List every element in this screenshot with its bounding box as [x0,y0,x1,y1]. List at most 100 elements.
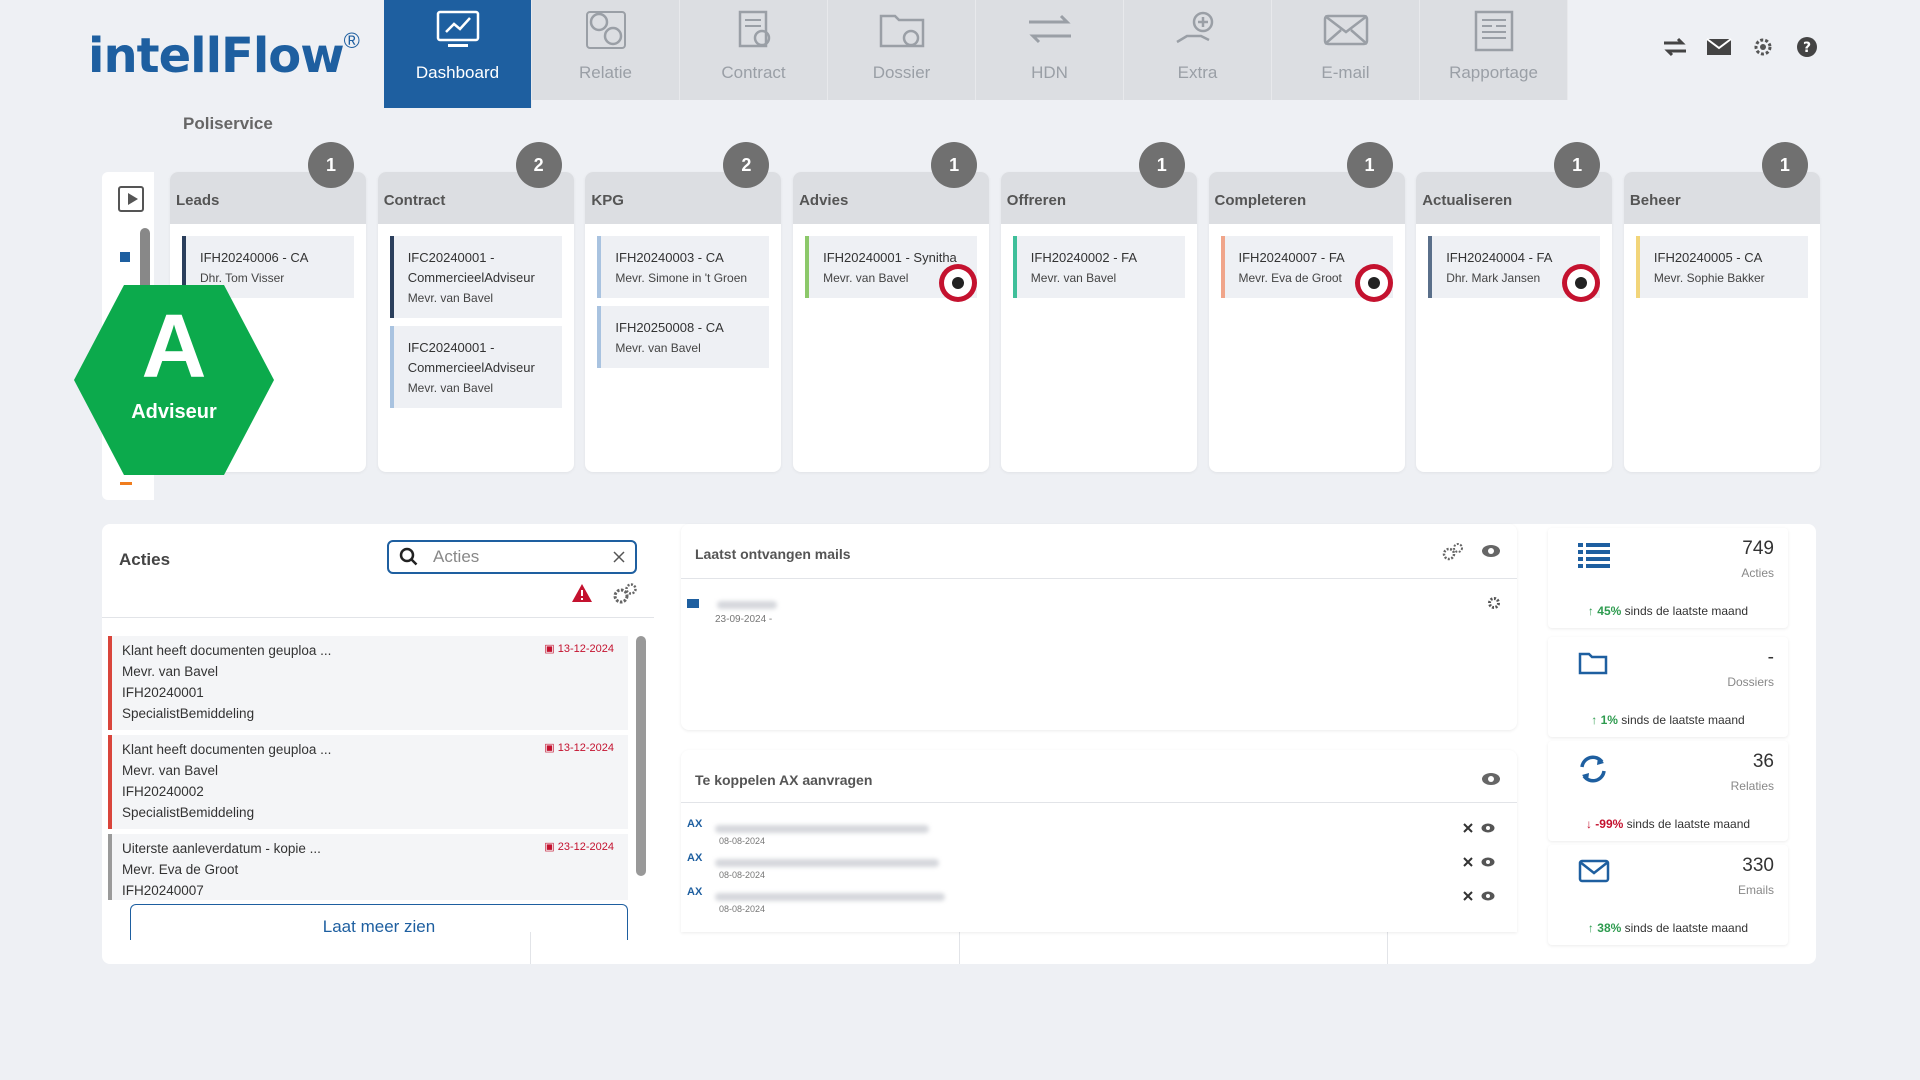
action-reference: IFH20240002 [122,784,204,799]
card-client: Mevr. van Bavel [1030,271,1117,285]
remove-icon[interactable] [1463,854,1473,872]
action-reference: IFH20240007 [122,883,204,898]
pipeline-card[interactable]: IFH20240001 - Synitha Mevr. van Bavel [805,236,978,302]
mail-icon[interactable] [1706,34,1732,60]
nav-tab-email[interactable]: E-mail [1272,0,1420,100]
pipeline-card[interactable]: IFH20240005 - CA Mevr. Sophie Bakker [1635,236,1808,298]
ax-view-icon[interactable] [1481,772,1501,791]
ax-label: AX [687,818,703,830]
remove-icon[interactable] [1463,888,1473,906]
stat-change-value: 38% [1597,921,1622,935]
ax-panel: Te koppelen AX aanvragen AX 08-08-2024 AX 0… [681,750,1517,932]
card-client: Mevr. van Bavel [407,381,494,395]
nav-tab-label: Relatie [579,63,632,82]
mails-title: Laatst ontvangen mails [695,546,851,562]
view-icon[interactable] [1481,854,1495,872]
switch-icon[interactable] [1662,34,1688,60]
target-icon[interactable] [1354,264,1393,302]
folder-icon [1578,651,1608,680]
settings-icon[interactable] [1750,34,1776,60]
acties-scrollbar[interactable] [636,636,646,876]
card-client: Mevr. Sophie Bakker [1653,271,1765,285]
nav-tab-contract[interactable]: Contract [680,0,828,100]
role-label: Adviseur [131,401,217,423]
target-icon[interactable] [939,264,978,302]
pipeline-count-badge: 1 [931,142,978,188]
card-reference-type: CommercieelAdviseur [407,270,535,285]
arrow-up-icon: ↑ [1587,921,1598,935]
stat-change: ↑ 45% sinds de laatste maand [1548,604,1788,618]
ax-date: 08-08-2024 [719,870,766,880]
action-type: SpecialistBemiddeling [122,706,255,721]
stat-card-acties[interactable]: 749 Acties ↑ 45% sinds de laatste maand [1548,528,1788,628]
calendar-icon: ▣ [544,841,558,853]
pipeline-card[interactable]: IFH20250008 - CA Mevr. van Bavel [597,306,770,368]
gears-icon[interactable] [612,582,638,611]
view-icon[interactable] [1481,888,1495,906]
clear-icon[interactable] [613,551,625,563]
stat-label: Acties [1741,566,1774,580]
pipeline-card[interactable]: IFH20240003 - CA Mevr. Simone in 't Groen [597,236,770,298]
show-more-button[interactable]: Laat meer zien [130,904,628,940]
relatie-icon [583,0,629,63]
action-item[interactable]: Klant heeft documenten geuploa ... Mevr. … [108,636,628,730]
stat-label: Emails [1737,883,1774,897]
action-item[interactable]: Klant heeft documenten geuploa ... Mevr. … [108,735,628,829]
mails-view-icon[interactable] [1481,544,1501,563]
help-icon[interactable]: ? [1794,34,1820,60]
stat-change-value: -99% [1595,817,1624,831]
stat-label: Relaties [1730,779,1774,793]
pipeline-card[interactable]: IFC20240001 - CommercieelAdviseur Mevr. va… [389,326,562,408]
action-date: ▣ 13-12-2024 [544,643,614,655]
stat-change-value: 45% [1597,604,1622,618]
mail-icon-small [687,596,699,614]
nav-tab-label: Dossier [872,63,931,82]
pipeline-card[interactable]: IFH20240007 - FA Mevr. Eva de Groot [1220,236,1393,302]
pipeline-column: Contract 2 IFC20240001 - CommercieelAdviseu… [377,142,574,472]
stat-change: ↑ 38% sinds de laatste maand [1548,921,1788,935]
pipeline-count-badge: 1 [1346,142,1393,188]
stat-card-dossiers[interactable]: - Dossiers ↑ 1% sinds de laatste maand [1548,637,1788,737]
warning-icon[interactable] [571,583,593,608]
pipeline-card[interactable]: IFH20240004 - FA Dhr. Mark Jansen [1428,236,1601,302]
view-icon[interactable] [1481,820,1495,838]
nav-tab-dashboard[interactable]: Dashboard [384,0,532,108]
stat-value: 330 [1742,855,1774,876]
stat-label: Dossiers [1727,675,1774,689]
stat-card-emails[interactable]: 330 Emails ↑ 38% sinds de laatste maand [1548,845,1788,945]
mail-gear-icon[interactable] [1487,596,1501,615]
nav-tab-label: Extra [1177,63,1218,82]
action-item[interactable]: Uiterste aanleverdatum - kopie ... Mevr. … [108,834,628,900]
acties-search-input[interactable]: Acties [387,540,637,574]
nav-tab-relatie[interactable]: Relatie [532,0,680,100]
nav-tab-hdn[interactable]: HDN [976,0,1124,100]
target-icon[interactable] [1562,264,1601,302]
stat-change-suffix: sinds de laatste maand [1624,921,1749,935]
list-icon [1578,542,1610,573]
card-reference: IFC20240001 - [407,250,495,265]
ax-date: 08-08-2024 [719,904,766,914]
rapportage-icon [1470,0,1518,63]
nav-tab-dossier[interactable]: Dossier [828,0,976,100]
play-icon[interactable] [118,186,144,212]
top-right-icons: ? [1662,34,1820,60]
pipeline-column: Completeren 1 IFH20240007 - FA Mevr. Eva de… [1208,142,1405,472]
action-type: SpecialistBemiddeling [122,805,255,820]
pipeline-card[interactable]: IFH20240002 - FA Mevr. van Bavel [1012,236,1185,298]
logo-registered: ® [343,28,360,53]
nav-tab-extra[interactable]: Extra [1124,0,1272,100]
email-icon [1321,0,1371,63]
legend-line [120,482,132,485]
pipeline-column: Beheer 1 IFH20240005 - CA Mevr. Sophie Bakk… [1623,142,1820,472]
nav-tab-rapportage[interactable]: Rapportage [1420,0,1568,100]
ax-label: AX [687,852,703,864]
nav-tab-label: Rapportage [1449,63,1538,82]
pipeline-card[interactable]: IFC20240001 - CommercieelAdviseur Mevr. va… [389,236,562,318]
arrow-up-icon: ↑ [1587,604,1598,618]
mails-settings-icon[interactable] [1441,542,1465,567]
stat-change-suffix: sinds de laatste maand [1624,604,1749,618]
remove-icon[interactable] [1463,820,1473,838]
card-reference: IFH20240007 - FA [1238,250,1345,265]
pipeline-column: Advies 1 IFH20240001 - Synitha Mevr. van Ba… [793,142,990,472]
stat-card-relaties[interactable]: 36 Relaties ↓ -99% sinds de laatste maand [1548,741,1788,841]
